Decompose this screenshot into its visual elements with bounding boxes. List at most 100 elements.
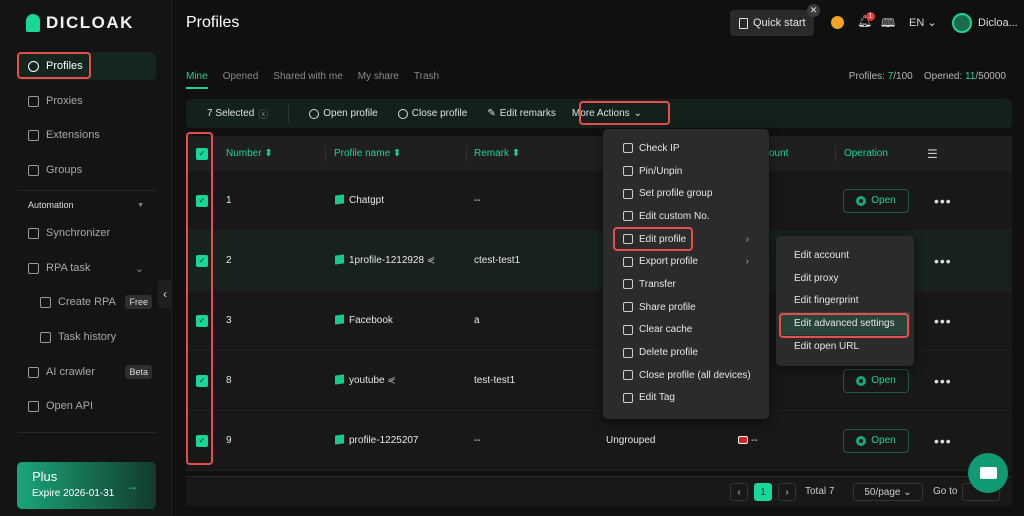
export-icon	[623, 257, 633, 267]
header-remark[interactable]: Remark ⬍	[474, 148, 520, 159]
sidebar-item-proxies[interactable]: Proxies	[18, 87, 156, 115]
label: Open	[871, 195, 895, 206]
page-size-select[interactable]: 50/page ⌄	[853, 483, 923, 501]
sidebar-item-open-api[interactable]: Open API	[18, 392, 156, 420]
sidebar-item-groups[interactable]: Groups	[18, 156, 156, 184]
highlight-box	[186, 132, 213, 465]
menu-item-hash[interactable]: Edit custom No.	[603, 205, 769, 228]
row-remark: test-test1	[474, 375, 515, 386]
tab-trash[interactable]: Trash	[414, 71, 439, 89]
automation-section[interactable]: Automation▼	[18, 191, 156, 219]
close-profile-button[interactable]: Close profile	[398, 108, 468, 119]
header-profile-name[interactable]: Profile name ⬍	[334, 148, 401, 159]
label: 1profile-1212928	[349, 255, 424, 266]
open-button[interactable]: Open	[843, 369, 909, 393]
magnify-chart-icon	[623, 143, 633, 153]
label: Create RPA	[58, 296, 116, 308]
menu-item-gear[interactable]: Set profile group	[603, 182, 769, 205]
chevron-down-icon: ⌄	[927, 17, 936, 29]
profile-name[interactable]: profile-1225207	[335, 435, 419, 446]
more-options-icon[interactable]: •••	[934, 253, 952, 269]
plan-expire: Expire 2026-01-31	[32, 488, 141, 499]
prev-page-button[interactable]: ‹	[730, 483, 748, 501]
menu-item-share[interactable]: Share profile	[603, 296, 769, 319]
coin-icon[interactable]	[831, 16, 844, 29]
share-icon: ⋞	[387, 375, 395, 386]
more-options-icon[interactable]: •••	[934, 193, 952, 209]
tab-shared-with-me[interactable]: Shared with me	[273, 71, 342, 89]
profile-name[interactable]: 1profile-1212928 ⋞	[335, 255, 435, 266]
sidebar-item-extensions[interactable]: Extensions	[18, 121, 156, 149]
menu-item-trash[interactable]: Delete profile	[603, 341, 769, 364]
next-page-button[interactable]: ›	[778, 483, 796, 501]
youtube-icon	[738, 436, 748, 444]
menu-item-close-all[interactable]: Close profile (all devices)	[603, 364, 769, 387]
more-options-icon[interactable]: •••	[934, 373, 952, 389]
sidebar-item-create-rpa[interactable]: Create RPAFree	[18, 288, 156, 316]
sidebar-item-ai-crawler[interactable]: AI crawlerBeta	[18, 358, 156, 386]
open-button[interactable]: Open	[843, 189, 909, 213]
menu-item-export[interactable]: Export profile›	[603, 250, 769, 273]
sidebar-item-rpa-task[interactable]: RPA task⌄	[18, 254, 156, 282]
profile-name[interactable]: Facebook	[335, 315, 393, 326]
sidebar-item-task-history[interactable]: Task history	[18, 323, 156, 351]
beta-badge: Beta	[125, 365, 152, 379]
menu-item-transfer[interactable]: Transfer	[603, 273, 769, 296]
total-count: Total 7	[805, 486, 834, 497]
header-number[interactable]: Number ⬍	[226, 148, 273, 159]
profiles-label: Profiles:	[849, 71, 885, 82]
menu-item-pin[interactable]: Pin/Unpin	[603, 160, 769, 183]
collapse-sidebar-button[interactable]: ‹	[158, 280, 172, 308]
book-open-icon[interactable]: 🕮	[881, 14, 895, 35]
label: Open profile	[323, 108, 377, 119]
close-all-icon	[623, 370, 633, 380]
edit-remarks-button[interactable]: ✎Edit remarks	[487, 108, 556, 119]
chat-support-button[interactable]	[968, 453, 1008, 493]
language-select[interactable]: EN ⌄	[909, 16, 937, 29]
label: Clear cache	[639, 324, 692, 335]
submenu-item[interactable]: Edit account	[776, 244, 914, 267]
transfer-icon	[623, 279, 633, 289]
label: Chatgpt	[349, 195, 384, 206]
submenu-item[interactable]: Edit fingerprint	[776, 289, 914, 312]
tab-mine[interactable]: Mine	[186, 71, 208, 89]
tab-my-share[interactable]: My share	[358, 71, 399, 89]
page-1-button[interactable]: 1	[754, 483, 772, 501]
profile-name[interactable]: Chatgpt	[335, 195, 384, 206]
row-remark: a	[474, 315, 480, 326]
label: Groups	[46, 164, 82, 176]
clear-selection-icon[interactable]: ⓧ	[258, 106, 268, 121]
sidebar-item-synchronizer[interactable]: Synchronizer	[18, 219, 156, 247]
label: Open	[871, 375, 895, 386]
tab-opened[interactable]: Opened	[223, 71, 259, 89]
quick-start-button[interactable]: Quick start	[730, 10, 814, 36]
more-options-icon[interactable]: •••	[934, 313, 952, 329]
open-profile-button[interactable]: Open profile	[309, 108, 377, 119]
submenu-item[interactable]: Edit open URL	[776, 335, 914, 358]
close-quick-start-button[interactable]: ✕	[807, 4, 820, 17]
arrow-right-icon: →	[126, 479, 138, 493]
sidebar: DICLOAK Profiles Proxies Extensions Grou…	[0, 0, 172, 516]
menu-item-tag[interactable]: Edit Tag	[603, 387, 769, 410]
notification-badge: 1	[866, 12, 875, 21]
user-name[interactable]: Dicloa...	[978, 17, 1018, 29]
share-icon: ⋞	[427, 255, 435, 266]
menu-item-brush[interactable]: Clear cache	[603, 319, 769, 342]
divider	[466, 146, 467, 161]
submenu-item[interactable]: Edit proxy	[776, 267, 914, 290]
store-icon	[40, 297, 51, 308]
brush-icon	[623, 325, 633, 335]
avatar[interactable]	[952, 13, 972, 33]
more-options-icon[interactable]: •••	[934, 433, 952, 449]
pin-icon	[623, 166, 633, 176]
row-group: Ungrouped	[606, 435, 655, 446]
table-row[interactable]: ✓ 1 Chatgpt -- Open •••	[186, 171, 1012, 231]
label: Close profile	[412, 108, 468, 119]
menu-item-magnify-chart[interactable]: Check IP	[603, 137, 769, 160]
profile-name[interactable]: youtube ⋞	[335, 375, 396, 386]
open-button[interactable]: Open	[843, 429, 909, 453]
column-settings-icon[interactable]: ☰	[927, 147, 938, 161]
label: Proxies	[46, 95, 83, 107]
plan-card[interactable]: PlusExpire 2026-01-31→	[17, 462, 156, 509]
table-row[interactable]: ✓ 9 profile-1225207 -- Ungrouped -- Open…	[186, 411, 1012, 471]
